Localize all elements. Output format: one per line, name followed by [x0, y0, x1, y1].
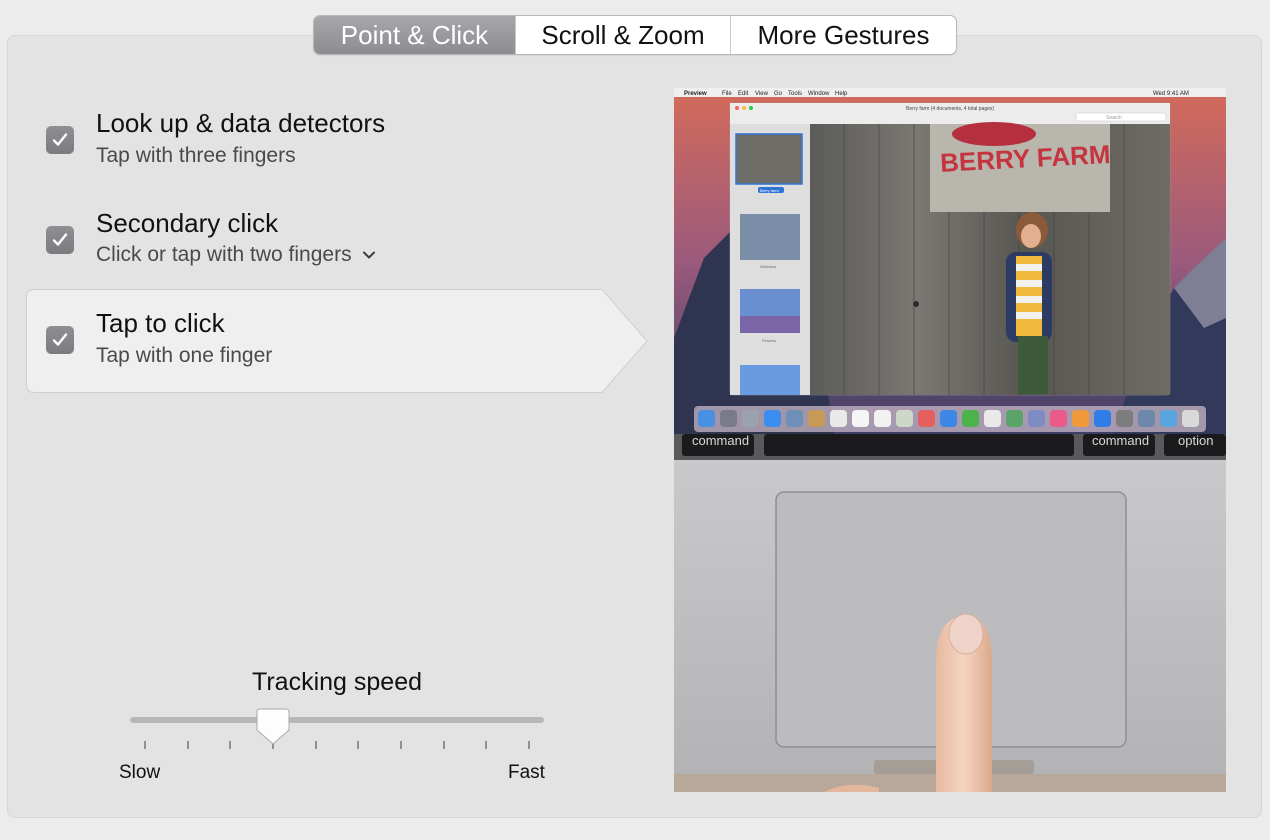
dock-app-icon [1138, 410, 1155, 427]
tab-point-and-click[interactable]: Point & Click [314, 16, 515, 54]
thumb-label-2: Delicious [760, 264, 776, 269]
checkmark-icon [52, 233, 68, 246]
tracking-slow-label: Slow [119, 762, 161, 783]
dock-app-icon [786, 410, 803, 427]
dock-app-icon [896, 410, 913, 427]
dock-app-icon [1160, 410, 1177, 427]
dock-app-icon [1050, 410, 1067, 427]
dock-app-icon [1006, 410, 1023, 427]
option-secondary-click[interactable]: Secondary click Click or tap with two fi… [26, 192, 646, 296]
secondary-click-subtitle[interactable]: Click or tap with two fingers [96, 243, 376, 267]
preview-illustration: Preview File Edit View Go Tools Window H… [674, 88, 1226, 792]
slider-tick [357, 741, 360, 749]
slider-tick [314, 741, 317, 749]
option-look-up[interactable]: Look up & data detectors Tap with three … [26, 92, 646, 196]
slider-tick [144, 741, 146, 749]
dock-app-icon [1116, 410, 1133, 427]
look-up-subtitle-text: Tap with three fingers [96, 144, 296, 167]
tap-to-click-subtitle: Tap with one finger [96, 344, 272, 368]
checkmark-icon [52, 333, 68, 346]
slider-tick [400, 741, 402, 749]
dock-app-icon [1072, 410, 1089, 427]
dock-app-icon [742, 410, 759, 427]
key-command-right: command [1092, 433, 1149, 448]
dock-app-icon [940, 410, 957, 427]
selection-highlight [26, 289, 648, 393]
menu-view: View [755, 91, 769, 97]
menu-preview: Preview [684, 91, 707, 97]
preview-search-placeholder: Search [1106, 115, 1122, 121]
dock-app-icon [764, 410, 781, 427]
menu-tools: Tools [788, 91, 802, 97]
option-tap-to-click[interactable]: Tap to click Tap with one finger [26, 289, 648, 393]
dock-app-icon [918, 410, 935, 427]
dock-app-icon [720, 410, 737, 427]
menu-go: Go [774, 91, 783, 97]
dock-app-icon [962, 410, 979, 427]
tap-to-click-checkbox[interactable] [46, 326, 74, 354]
slider-tick [485, 741, 488, 749]
gesture-preview-video: Preview File Edit View Go Tools Window H… [674, 88, 1226, 792]
tap-to-click-subtitle-text: Tap with one finger [96, 344, 273, 367]
tracking-fast-label: Fast [508, 762, 545, 783]
trackpad-preferences-window: { "tabs": [ {"label": "Point & Click", "… [0, 0, 1270, 840]
slider-tick [229, 741, 232, 749]
dock-app-icon [984, 410, 1001, 427]
preview-window-title: Berry farm (4 documents, 4 total pages) [906, 106, 994, 112]
dock-app-icon [1094, 410, 1111, 427]
secondary-click-checkbox[interactable] [46, 226, 74, 254]
secondary-click-subtitle-text: Click or tap with two fingers [96, 243, 352, 266]
dock-app-icon [852, 410, 869, 427]
chevron-down-icon[interactable] [362, 250, 376, 260]
look-up-subtitle: Tap with three fingers [96, 144, 296, 168]
menu-window: Window [808, 91, 830, 97]
tracking-speed-title: Tracking speed [252, 668, 422, 696]
slider-tick [186, 741, 189, 749]
thumb-label-1: Berry farm [760, 188, 779, 193]
tracking-speed-slider-track[interactable] [130, 717, 544, 723]
tab-more-gestures[interactable]: More Gestures [730, 16, 956, 54]
menu-clock: Wed 9:41 AM [1153, 91, 1189, 97]
dock-app-icon [874, 410, 891, 427]
secondary-click-title: Secondary click [96, 208, 279, 238]
slider-tick [528, 741, 530, 749]
tracking-speed-slider-thumb[interactable] [256, 708, 290, 746]
key-option: option [1178, 433, 1213, 448]
dock-app-icon [830, 410, 847, 427]
thumb-label-3: Flowers [762, 338, 776, 343]
key-command-left: command [692, 433, 749, 448]
menu-help: Help [835, 91, 848, 97]
slider-tick [442, 741, 445, 749]
look-up-title: Look up & data detectors [96, 108, 386, 138]
tab-scroll-and-zoom[interactable]: Scroll & Zoom [515, 16, 730, 54]
dock-app-icon [698, 410, 715, 427]
checkmark-icon [52, 133, 68, 146]
dock-app-icon [808, 410, 825, 427]
dock-app-icon [1182, 410, 1199, 427]
tap-to-click-title: Tap to click [96, 308, 225, 338]
menu-edit: Edit [738, 91, 749, 97]
look-up-checkbox[interactable] [46, 126, 74, 154]
dock-icons [698, 410, 1199, 427]
tab-bar: Point & Click Scroll & Zoom More Gesture… [313, 15, 957, 55]
dock-app-icon [1028, 410, 1045, 427]
menu-file: File [722, 91, 732, 97]
